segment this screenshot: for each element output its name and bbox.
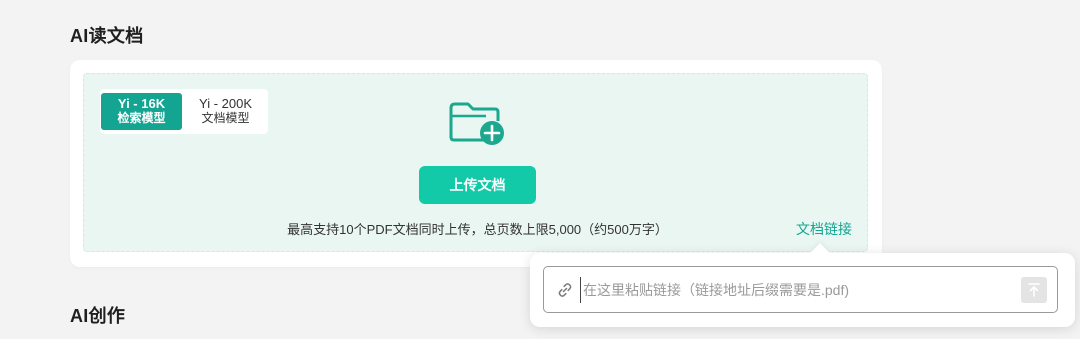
link-popover bbox=[530, 243, 1075, 327]
upload-document-button[interactable]: 上传文档 bbox=[419, 166, 536, 204]
model-switch: Yi - 16K 检索模型 Yi - 200K 文档模型 bbox=[100, 89, 268, 134]
section-title-read-doc: AI读文档 bbox=[70, 26, 144, 46]
model-option-desc: 检索模型 bbox=[117, 111, 166, 125]
folder-add-icon bbox=[449, 102, 504, 145]
upload-drop-zone[interactable]: Yi - 16K 检索模型 Yi - 200K 文档模型 上传文档 最高支持10… bbox=[83, 73, 868, 252]
model-option-name: Yi - 16K bbox=[117, 96, 166, 111]
read-doc-card: Yi - 16K 检索模型 Yi - 200K 文档模型 上传文档 最高支持10… bbox=[70, 60, 882, 267]
upload-arrow-icon bbox=[1028, 283, 1040, 297]
pdf-link-input[interactable] bbox=[580, 277, 1013, 303]
model-option-yi-200k[interactable]: Yi - 200K 文档模型 bbox=[185, 93, 266, 130]
model-option-desc: 文档模型 bbox=[201, 111, 250, 125]
link-input-box bbox=[543, 266, 1058, 313]
upload-limits-text: 最高支持10个PDF文档同时上传，总页数上限5,000（约500万字） bbox=[287, 222, 668, 237]
section-title-ai-create: AI创作 bbox=[70, 306, 126, 326]
model-option-yi-16k[interactable]: Yi - 16K 检索模型 bbox=[101, 93, 182, 130]
submit-link-button[interactable] bbox=[1021, 277, 1047, 303]
model-option-name: Yi - 200K bbox=[199, 96, 252, 111]
link-icon bbox=[558, 283, 572, 297]
document-link-button[interactable]: 文档链接 bbox=[796, 219, 852, 239]
